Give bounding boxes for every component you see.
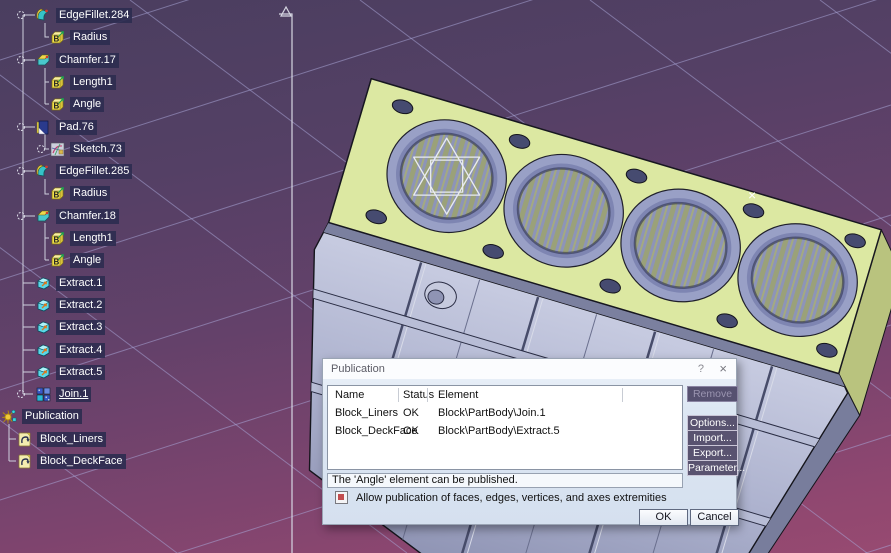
tree-item-label: Extract.2 [56,298,105,313]
tree-item-label: Length1 [70,231,116,246]
pad-icon [36,120,51,135]
parameter-icon: B [50,30,65,45]
tree-item-label: Angle [70,97,104,112]
extract-icon [36,276,51,291]
cell-status: OK [401,422,433,440]
tree-item-label: Join.1 [56,387,91,402]
dialog-status-bar: The 'Angle' element can be published. [327,473,683,488]
tree-item-block-liners[interactable]: Block_Liners [0,432,300,448]
tree-item-extract-2[interactable]: Extract.2 [0,298,300,314]
tree-item-extract-3[interactable]: Extract.3 [0,320,300,336]
tree-item-label: EdgeFillet.285 [56,164,132,179]
tree-item-label: Length1 [70,75,116,90]
publication-item-icon [17,432,32,447]
dialog-title: Publication [331,363,385,375]
cell-element: Block\PartBody\Extract.5 [433,422,682,440]
column-separator [427,388,428,402]
tree-item-chamfer-18[interactable]: Chamfer.18 [0,209,300,225]
tree-item-length1[interactable]: B Length1 [0,231,300,247]
tree-item-join-1[interactable]: Join.1 [0,387,300,403]
tree-item-label: Radius [70,186,110,201]
tree-item-label: Extract.3 [56,320,105,335]
cell-name: Block_DeckFace [328,422,401,440]
column-separator [398,388,399,402]
table-body: Block_Liners OK Block\PartBody\Join.1 Bl… [328,404,682,440]
extract-icon [36,298,51,313]
parameter-icon: B [50,253,65,268]
cell-name: Block_Liners [328,404,401,422]
tree-item-label: Extract.5 [56,365,105,380]
close-icon[interactable]: × [719,361,727,376]
edgefillet-icon [36,8,51,23]
column-separator [622,388,623,402]
table-row[interactable]: Block_DeckFace OK Block\PartBody\Extract… [328,422,682,440]
tree-item-label: Chamfer.18 [56,209,119,224]
tree-item-label: Sketch.73 [70,142,125,157]
tree-item-pad-76[interactable]: Pad.76 [0,120,300,136]
tree-item-radius[interactable]: B Radius [0,30,300,46]
specification-tree: EdgeFillet.284 B Radius Chamfer.17 B Len… [0,0,300,553]
column-header-name[interactable]: Name [328,386,401,404]
tree-item-edgefillet-284[interactable]: EdgeFillet.284 [0,8,300,24]
parameter-icon: B [50,186,65,201]
publication-table: Name Status Element Block_Liners OK Bloc… [327,385,683,470]
tree-item-angle[interactable]: B Angle [0,97,300,113]
parameter-button[interactable]: Parameter... [687,460,738,476]
chamfer-icon [36,209,51,224]
tree-item-publication[interactable]: Publication [0,409,300,425]
tree-item-label: Pad.76 [56,120,97,135]
tree-item-angle[interactable]: B Angle [0,253,300,269]
column-header-status[interactable]: Status [401,386,433,404]
tree-item-label: Radius [70,30,110,45]
tree-item-label: Angle [70,253,104,268]
parameter-icon: B [50,97,65,112]
tree-item-chamfer-17[interactable]: Chamfer.17 [0,53,300,69]
tree-item-label: Publication [22,409,82,424]
parameter-icon: B [50,75,65,90]
tree-item-label: Extract.4 [56,343,105,358]
remove-button[interactable]: Remove [687,386,738,402]
publication-item-icon [17,454,32,469]
ok-button[interactable]: OK [639,509,688,526]
tree-item-label: Block_Liners [37,432,106,447]
publication-root-icon [2,409,17,424]
table-header: Name Status Element [328,386,682,404]
tree-item-label: Extract.1 [56,276,105,291]
tree-item-radius[interactable]: B Radius [0,186,300,202]
join-icon [36,387,51,402]
column-header-element[interactable]: Element [433,386,682,404]
tree-item-length1[interactable]: B Length1 [0,75,300,91]
tree-item-label: Chamfer.17 [56,53,119,68]
tree-item-block-deckface[interactable]: Block_DeckFace [0,454,300,470]
parameter-icon: B [50,231,65,246]
sketch-icon [50,142,65,157]
tree-item-label: EdgeFillet.284 [56,8,132,23]
options-button[interactable]: Options... [687,415,738,431]
tree-item-edgefillet-285[interactable]: EdgeFillet.285 [0,164,300,180]
tree-item-sketch-73[interactable]: Sketch.73 [0,142,300,158]
edgefillet-icon [36,164,51,179]
tree-item-label: Block_DeckFace [37,454,126,469]
extract-icon [36,343,51,358]
cell-element: Block\PartBody\Join.1 [433,404,682,422]
tree-item-extract-4[interactable]: Extract.4 [0,343,300,359]
chamfer-icon [36,53,51,68]
export-button[interactable]: Export... [687,445,738,461]
table-row[interactable]: Block_Liners OK Block\PartBody\Join.1 [328,404,682,422]
extract-icon [36,365,51,380]
extract-icon [36,320,51,335]
checkbox-label: Allow publication of faces, edges, verti… [356,492,667,504]
cell-status: OK [401,404,433,422]
import-button[interactable]: Import... [687,430,738,446]
allow-publication-checkbox[interactable] [335,491,348,504]
cancel-button[interactable]: Cancel [690,509,739,526]
tree-item-extract-5[interactable]: Extract.5 [0,365,300,381]
tree-item-extract-1[interactable]: Extract.1 [0,276,300,292]
publication-dialog: Publication ? × Name Status Element Bloc… [322,358,737,525]
dialog-title-bar[interactable]: Publication ? × [323,359,736,379]
help-icon[interactable]: ? [698,363,704,375]
